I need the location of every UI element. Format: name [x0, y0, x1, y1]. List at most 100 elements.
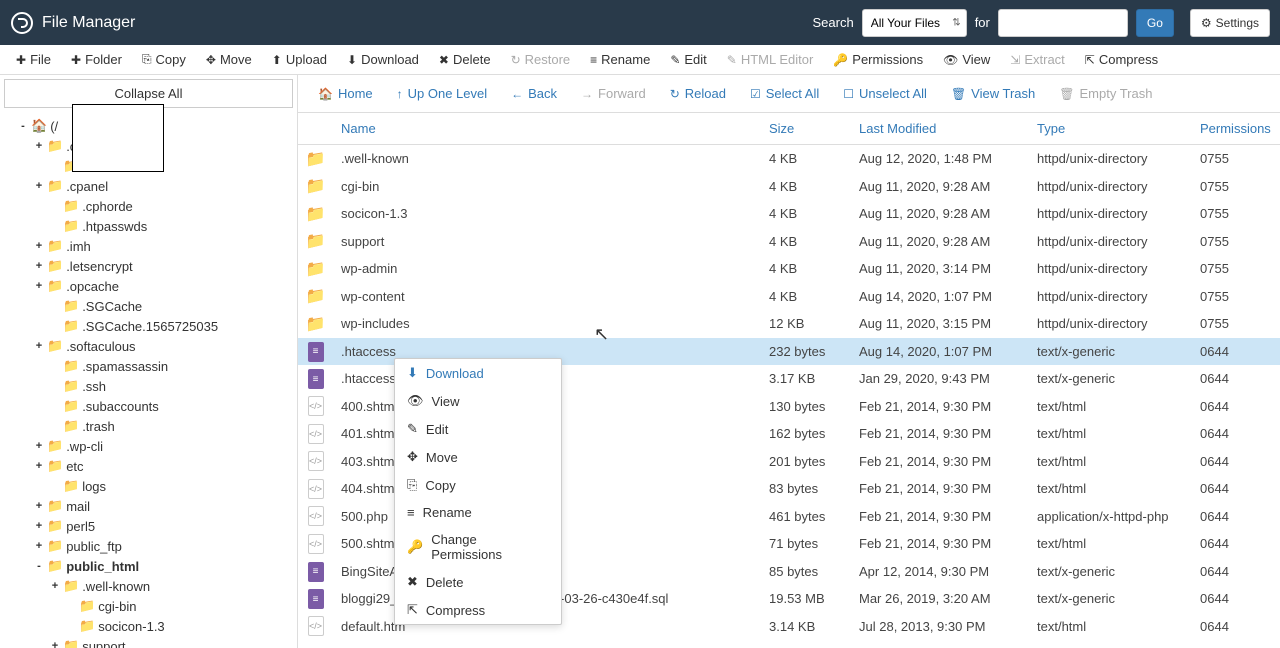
unselect-all-button[interactable]: ☐Unselect All: [833, 80, 937, 107]
tree-item[interactable]: +📁.spamassassin: [0, 356, 297, 376]
tree-item[interactable]: +📁.trash: [0, 416, 297, 436]
tree-item[interactable]: +📁.subaccounts: [0, 396, 297, 416]
up-button[interactable]: ↑Up One Level: [387, 80, 498, 107]
tree-item[interactable]: +📁socicon-1.3: [0, 616, 297, 636]
ctx-move[interactable]: ✥Move: [395, 443, 561, 471]
home-button[interactable]: 🏠Home: [308, 80, 383, 107]
ctx-compress[interactable]: ⇱Compress: [395, 596, 561, 624]
tree-item[interactable]: +📁cgi-bin: [0, 596, 297, 616]
tree-item[interactable]: +📁mail: [0, 496, 297, 516]
tree-toggle[interactable]: +: [34, 440, 44, 452]
tree-item[interactable]: +📁logs: [0, 476, 297, 496]
tree-item[interactable]: +📁.SGCache: [0, 296, 297, 316]
forward-icon: →: [581, 87, 593, 101]
tree-item[interactable]: -📁public_html: [0, 556, 297, 576]
ctx-copy[interactable]: ⎘Copy: [395, 471, 561, 499]
table-row[interactable]: 📁.well-known4 KBAug 12, 2020, 1:48 PMhtt…: [298, 145, 1280, 173]
tree-item[interactable]: +📁.SGCache.1565725035: [0, 316, 297, 336]
permissions-button[interactable]: 🔑Permissions: [825, 48, 931, 71]
tree-toggle[interactable]: +: [34, 500, 44, 512]
upload-button[interactable]: ⬆Upload: [264, 48, 335, 71]
empty-trash-button[interactable]: 🗑Empty Trash: [1049, 80, 1162, 107]
folder-icon: 📁: [47, 498, 63, 514]
html-editor-button[interactable]: ✎HTML Editor: [719, 48, 822, 71]
tree-toggle[interactable]: -: [18, 120, 28, 132]
edit-button[interactable]: ✎Edit: [662, 48, 714, 71]
tree-item[interactable]: +📁.imh: [0, 236, 297, 256]
select-all-button[interactable]: ☑Select All: [740, 80, 829, 107]
move-icon: ✥: [206, 53, 216, 67]
compress-button[interactable]: ⇱Compress: [1077, 48, 1166, 71]
ctx-change-perm[interactable]: 🔑Change Permissions: [395, 526, 561, 568]
tree-toggle[interactable]: +: [34, 520, 44, 532]
col-name[interactable]: Name: [333, 121, 769, 136]
search-scope-select[interactable]: All Your Files: [862, 9, 967, 37]
ctx-edit[interactable]: ✎Edit: [395, 415, 561, 443]
go-button[interactable]: Go: [1136, 9, 1174, 37]
tree-item[interactable]: +📁perl5: [0, 516, 297, 536]
table-row[interactable]: 📁support4 KBAug 11, 2020, 9:28 AMhttpd/u…: [298, 228, 1280, 256]
col-date[interactable]: Last Modified: [859, 121, 1037, 136]
table-row[interactable]: 📁wp-includes12 KBAug 11, 2020, 3:15 PMht…: [298, 310, 1280, 338]
search-group: Search All Your Files for Go ⚙ Settings: [812, 9, 1270, 37]
file-button[interactable]: ✚File: [8, 48, 59, 71]
table-row[interactable]: 📁wp-admin4 KBAug 11, 2020, 3:14 PMhttpd/…: [298, 255, 1280, 283]
copy-button[interactable]: ⎘Copy: [134, 48, 194, 71]
back-button[interactable]: ←Back: [501, 80, 567, 107]
tree-toggle[interactable]: +: [34, 240, 44, 252]
tree-toggle[interactable]: +: [34, 260, 44, 272]
search-input[interactable]: [998, 9, 1128, 37]
view-trash-button[interactable]: 🗑View Trash: [941, 80, 1045, 107]
tree-item[interactable]: +📁.opcache: [0, 276, 297, 296]
tree-label: public_html: [66, 559, 139, 574]
folder-icon: 📁: [63, 578, 79, 594]
extract-button[interactable]: ⇲Extract: [1002, 48, 1073, 71]
download-button[interactable]: ⬇Download: [339, 48, 427, 71]
table-row[interactable]: 📁wp-content4 KBAug 14, 2020, 1:07 PMhttp…: [298, 283, 1280, 311]
view-button[interactable]: 👁View: [935, 48, 998, 71]
tree-item[interactable]: +📁etc: [0, 456, 297, 476]
tree-item[interactable]: +📁.htpasswds: [0, 216, 297, 236]
move-button[interactable]: ✥Move: [198, 48, 260, 71]
tree-toggle[interactable]: +: [34, 180, 44, 192]
ctx-view[interactable]: 👁View: [395, 387, 561, 415]
tree-label: .opcache: [66, 279, 119, 294]
tree-item[interactable]: +📁.ssh: [0, 376, 297, 396]
tree-toggle[interactable]: +: [50, 580, 60, 592]
col-type[interactable]: Type: [1037, 121, 1200, 136]
rename-button[interactable]: ≡Rename: [582, 48, 658, 71]
ctx-download[interactable]: ⬇Download: [395, 359, 561, 387]
tree-toggle[interactable]: +: [34, 460, 44, 472]
restore-button[interactable]: ↻Restore: [503, 48, 579, 71]
tree-toggle[interactable]: +: [34, 280, 44, 292]
table-row[interactable]: 📁cgi-bin4 KBAug 11, 2020, 9:28 AMhttpd/u…: [298, 173, 1280, 201]
tree-item[interactable]: +📁.wp-cli: [0, 436, 297, 456]
tree-item[interactable]: +📁.cpanel: [0, 176, 297, 196]
forward-button[interactable]: →Forward: [571, 80, 656, 107]
code-icon: </>: [308, 424, 324, 444]
tree-toggle[interactable]: +: [34, 340, 44, 352]
table-row[interactable]: 📁socicon-1.34 KBAug 11, 2020, 9:28 AMhtt…: [298, 200, 1280, 228]
tree-item[interactable]: +📁support: [0, 636, 297, 648]
tree-toggle[interactable]: -: [34, 560, 44, 572]
tree-toggle[interactable]: +: [34, 540, 44, 552]
col-perm[interactable]: Permissions: [1200, 121, 1280, 136]
tree-toggle[interactable]: +: [50, 640, 60, 648]
tree-toggle[interactable]: +: [34, 140, 44, 152]
delete-button[interactable]: ✖Delete: [431, 48, 499, 71]
settings-button[interactable]: ⚙ Settings: [1190, 9, 1270, 37]
tree-item[interactable]: +📁.well-known: [0, 576, 297, 596]
tree-item[interactable]: +📁.cphorde: [0, 196, 297, 216]
cell-perm: 0755: [1200, 151, 1280, 166]
ctx-rename[interactable]: ≡Rename: [395, 499, 561, 526]
tree-item[interactable]: +📁.letsencrypt: [0, 256, 297, 276]
col-size[interactable]: Size: [769, 121, 859, 136]
tree-item[interactable]: +📁public_ftp: [0, 536, 297, 556]
ctx-delete[interactable]: ✖Delete: [395, 568, 561, 596]
code-icon: </>: [308, 396, 324, 416]
overlay-box: [72, 104, 164, 172]
folder-icon: 📁: [63, 418, 79, 434]
reload-button[interactable]: ↻Reload: [660, 80, 736, 107]
tree-item[interactable]: +📁.softaculous: [0, 336, 297, 356]
folder-button[interactable]: ✚Folder: [63, 48, 130, 71]
